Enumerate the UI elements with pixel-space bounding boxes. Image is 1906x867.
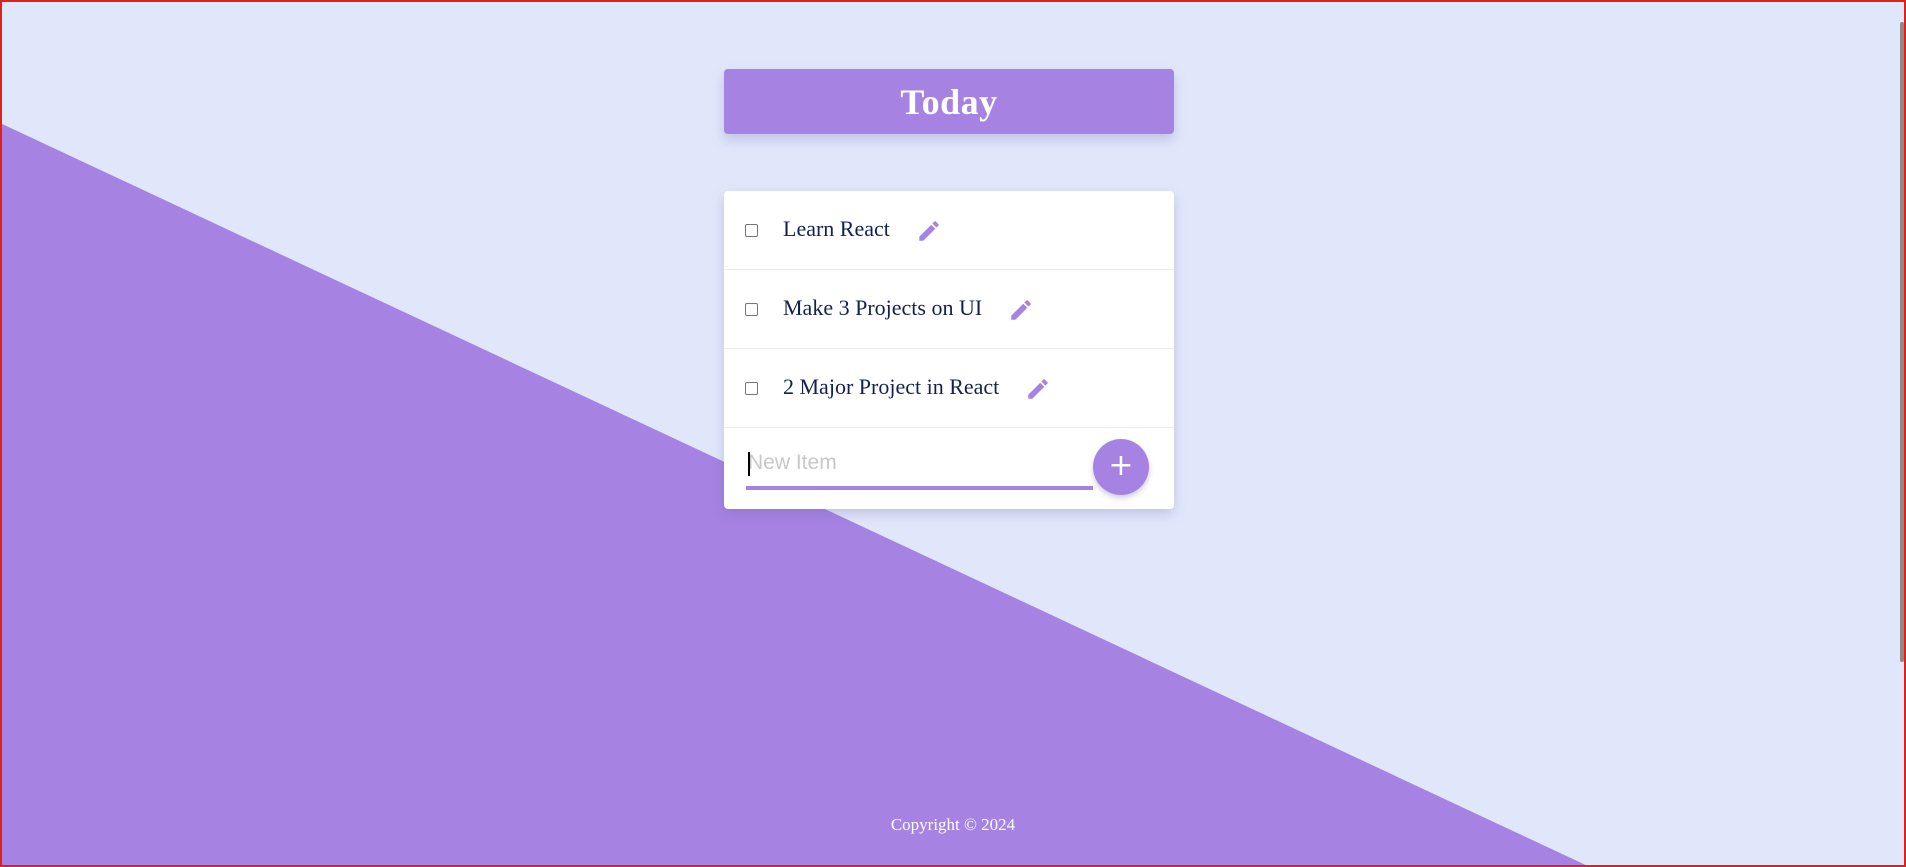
todo-card: Learn React Make 3 Projects on UI 2 Majo… bbox=[724, 191, 1174, 509]
item-label: Make 3 Projects on UI bbox=[783, 295, 983, 321]
pencil-icon[interactable] bbox=[1025, 376, 1051, 402]
item-label: 2 Major Project in React bbox=[783, 374, 1000, 400]
page-title: Today bbox=[900, 81, 998, 122]
new-item-row: + bbox=[724, 428, 1174, 507]
item-checkbox[interactable] bbox=[745, 223, 758, 237]
footer-copyright: Copyright © 2024 bbox=[890, 815, 1016, 834]
plus-icon: + bbox=[1108, 448, 1134, 483]
heading-box: Today bbox=[724, 69, 1174, 134]
list-item: 2 Major Project in React bbox=[724, 349, 1174, 428]
vertical-scrollbar[interactable] bbox=[1900, 22, 1904, 662]
text-cursor bbox=[748, 452, 750, 476]
pencil-icon[interactable] bbox=[916, 218, 942, 244]
item-checkbox[interactable] bbox=[745, 302, 758, 316]
item-checkbox[interactable] bbox=[745, 381, 758, 395]
list-item: Make 3 Projects on UI bbox=[724, 270, 1174, 349]
list-item: Learn React bbox=[724, 191, 1174, 270]
new-item-input[interactable] bbox=[746, 440, 1093, 490]
pencil-icon[interactable] bbox=[1008, 297, 1034, 323]
item-label: Learn React bbox=[783, 216, 890, 242]
add-item-button[interactable]: + bbox=[1093, 439, 1149, 495]
